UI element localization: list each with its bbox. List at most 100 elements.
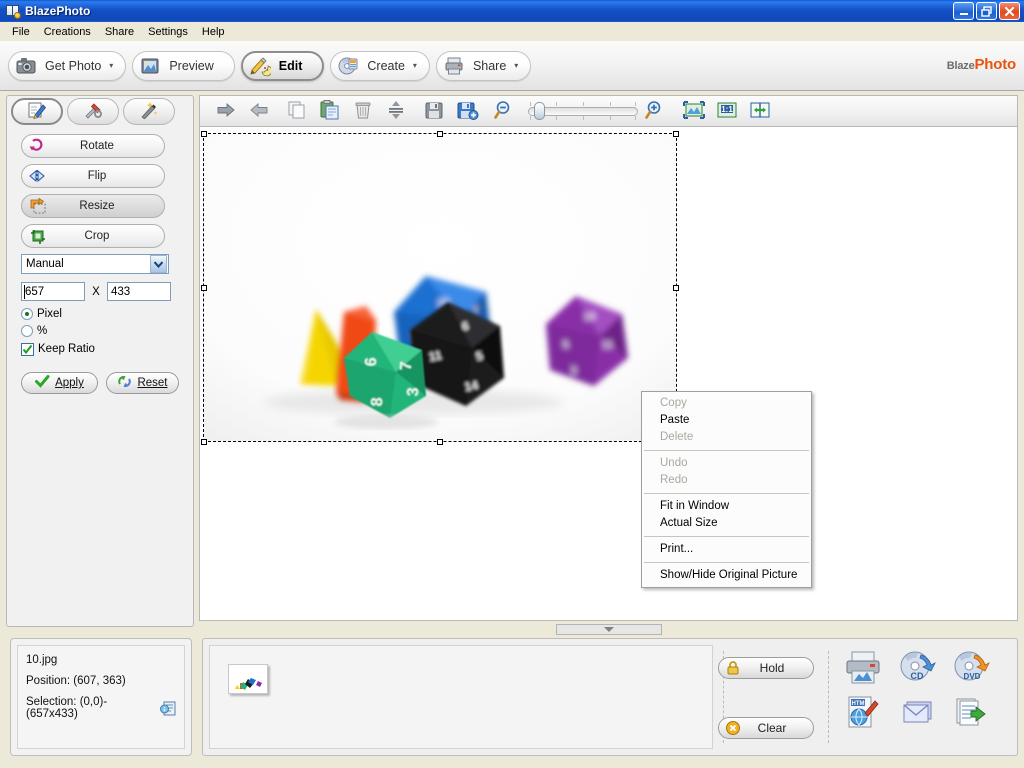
- image-canvas[interactable]: 20 13 9 4 7 16: [199, 126, 1018, 621]
- edit-button[interactable]: Edit: [241, 51, 325, 81]
- menu-bar: File Creations Share Settings Help: [0, 22, 1024, 41]
- photo-with-selection[interactable]: 20 13 9 4 7 16: [204, 134, 676, 441]
- burn-cd-icon[interactable]: CD: [897, 647, 937, 687]
- html-gallery-icon[interactable]: HTM: [843, 693, 883, 733]
- tab-effects[interactable]: [123, 98, 175, 125]
- undo-arrow-icon[interactable]: [214, 99, 238, 123]
- selection-handle: [437, 131, 443, 137]
- unit-percent-radio[interactable]: %: [21, 322, 179, 339]
- create-label: Create: [367, 59, 405, 73]
- photo-frame-icon: [139, 55, 161, 77]
- chevron-down-icon[interactable]: [150, 255, 167, 273]
- fit-in-window-icon[interactable]: [682, 99, 706, 123]
- keep-ratio-checkbox[interactable]: Keep Ratio: [21, 340, 179, 358]
- export-icon[interactable]: [951, 693, 991, 733]
- preset-select[interactable]: Manual: [21, 254, 169, 274]
- flip-icon: [28, 167, 48, 185]
- thumbnail-strip[interactable]: [209, 645, 713, 749]
- context-menu-item-actual-size[interactable]: Actual Size: [642, 515, 811, 532]
- info-position: Position: (607, 363): [26, 675, 176, 687]
- dice-thumbnail[interactable]: [228, 664, 268, 694]
- save-icon[interactable]: [422, 99, 446, 123]
- share-button[interactable]: Share ▾: [436, 51, 531, 81]
- app-book-icon: [5, 3, 21, 19]
- email-icon[interactable]: [897, 693, 937, 733]
- menu-settings[interactable]: Settings: [141, 24, 195, 40]
- burn-dvd-icon[interactable]: DVD: [951, 647, 991, 687]
- menu-help[interactable]: Help: [195, 24, 232, 40]
- compare-view-icon[interactable]: [748, 99, 772, 123]
- zoom-out-icon[interactable]: [493, 99, 517, 123]
- menu-creations[interactable]: Creations: [37, 24, 98, 40]
- status-strip: [0, 758, 1024, 768]
- rotate-icon: [28, 137, 48, 155]
- checkbox-indicator: [21, 343, 34, 356]
- menu-share[interactable]: Share: [98, 24, 141, 40]
- clear-button[interactable]: Clear: [718, 717, 814, 739]
- get-photo-button[interactable]: Get Photo ▾: [8, 51, 126, 81]
- resize-button[interactable]: Resize: [21, 194, 165, 218]
- app-window: BlazePhoto File Creations Share Settings: [0, 0, 1024, 768]
- hold-clear-group: Hold Clear: [718, 657, 818, 739]
- preview-button[interactable]: Preview: [132, 51, 234, 81]
- selection-handle: [201, 439, 207, 445]
- menu-file[interactable]: File: [5, 24, 37, 40]
- minimize-button[interactable]: [953, 2, 974, 20]
- width-input[interactable]: 657: [21, 282, 85, 301]
- radio-indicator-pixel: [21, 308, 33, 320]
- flatten-icon[interactable]: [384, 99, 408, 123]
- delete-trash-icon[interactable]: [351, 99, 375, 123]
- save-as-icon[interactable]: [455, 99, 479, 123]
- splitter-grab[interactable]: [556, 624, 662, 635]
- redo-arrow-icon[interactable]: [247, 99, 271, 123]
- print-icon[interactable]: [843, 647, 883, 687]
- brand-logo: BlazePhoto: [947, 56, 1016, 73]
- unit-pixel-radio[interactable]: Pixel: [21, 305, 179, 322]
- close-button[interactable]: [999, 2, 1020, 20]
- edit-label: Edit: [279, 59, 303, 73]
- crop-button[interactable]: Crop: [21, 224, 165, 248]
- selection-handle: [673, 285, 679, 291]
- context-menu-separator: [644, 450, 809, 451]
- selection-marquee[interactable]: [204, 134, 676, 441]
- zoom-in-icon[interactable]: [644, 99, 668, 123]
- context-menu-separator: [644, 493, 809, 494]
- panel-splitter[interactable]: [199, 622, 1018, 636]
- flip-label: Flip: [48, 170, 164, 182]
- svg-text:CD: CD: [911, 671, 924, 681]
- zoom-slider-thumb[interactable]: [534, 102, 545, 120]
- context-menu-item-redo: Redo: [642, 472, 811, 489]
- actual-size-icon[interactable]: 1:1: [715, 99, 739, 123]
- context-menu-item-print[interactable]: Print...: [642, 541, 811, 558]
- share-label: Share: [473, 59, 506, 73]
- canvas-toolbar: 1:1: [199, 95, 1018, 126]
- height-input[interactable]: 433: [107, 282, 171, 301]
- rotate-button[interactable]: Rotate: [21, 134, 165, 158]
- zoom-slider[interactable]: [528, 102, 638, 120]
- hold-button[interactable]: Hold: [718, 657, 814, 679]
- photo-tray-panel: Hold Clear: [202, 638, 1018, 756]
- tray-divider-2: [828, 651, 829, 743]
- flip-button[interactable]: Flip: [21, 164, 165, 188]
- selection-handle: [201, 285, 207, 291]
- tab-tools[interactable]: [67, 98, 119, 125]
- reset-button[interactable]: Reset: [106, 372, 179, 394]
- svg-text:DVD: DVD: [964, 672, 981, 681]
- context-menu[interactable]: Copy Paste Delete Undo Redo Fit in Windo…: [641, 391, 812, 588]
- tab-edit[interactable]: [11, 98, 63, 125]
- properties-icon[interactable]: [160, 701, 176, 716]
- context-menu-item-delete: Delete: [642, 429, 811, 446]
- create-button[interactable]: Create ▾: [330, 51, 430, 81]
- copy-icon[interactable]: [285, 99, 309, 123]
- title-bar: BlazePhoto: [0, 0, 1024, 22]
- info-selection-row: Selection: (0,0)-(657x433): [26, 696, 176, 720]
- maximize-button[interactable]: [976, 2, 997, 20]
- context-menu-item-fit-in-window[interactable]: Fit in Window: [642, 498, 811, 515]
- context-menu-item-paste[interactable]: Paste: [642, 412, 811, 429]
- context-menu-item-show-hide-original[interactable]: Show/Hide Original Picture: [642, 567, 811, 584]
- crop-icon: [28, 227, 48, 245]
- svg-text:HTM: HTM: [852, 701, 865, 707]
- paste-icon[interactable]: [318, 99, 342, 123]
- refresh-icon: [117, 375, 132, 391]
- apply-button[interactable]: Apply: [21, 372, 98, 394]
